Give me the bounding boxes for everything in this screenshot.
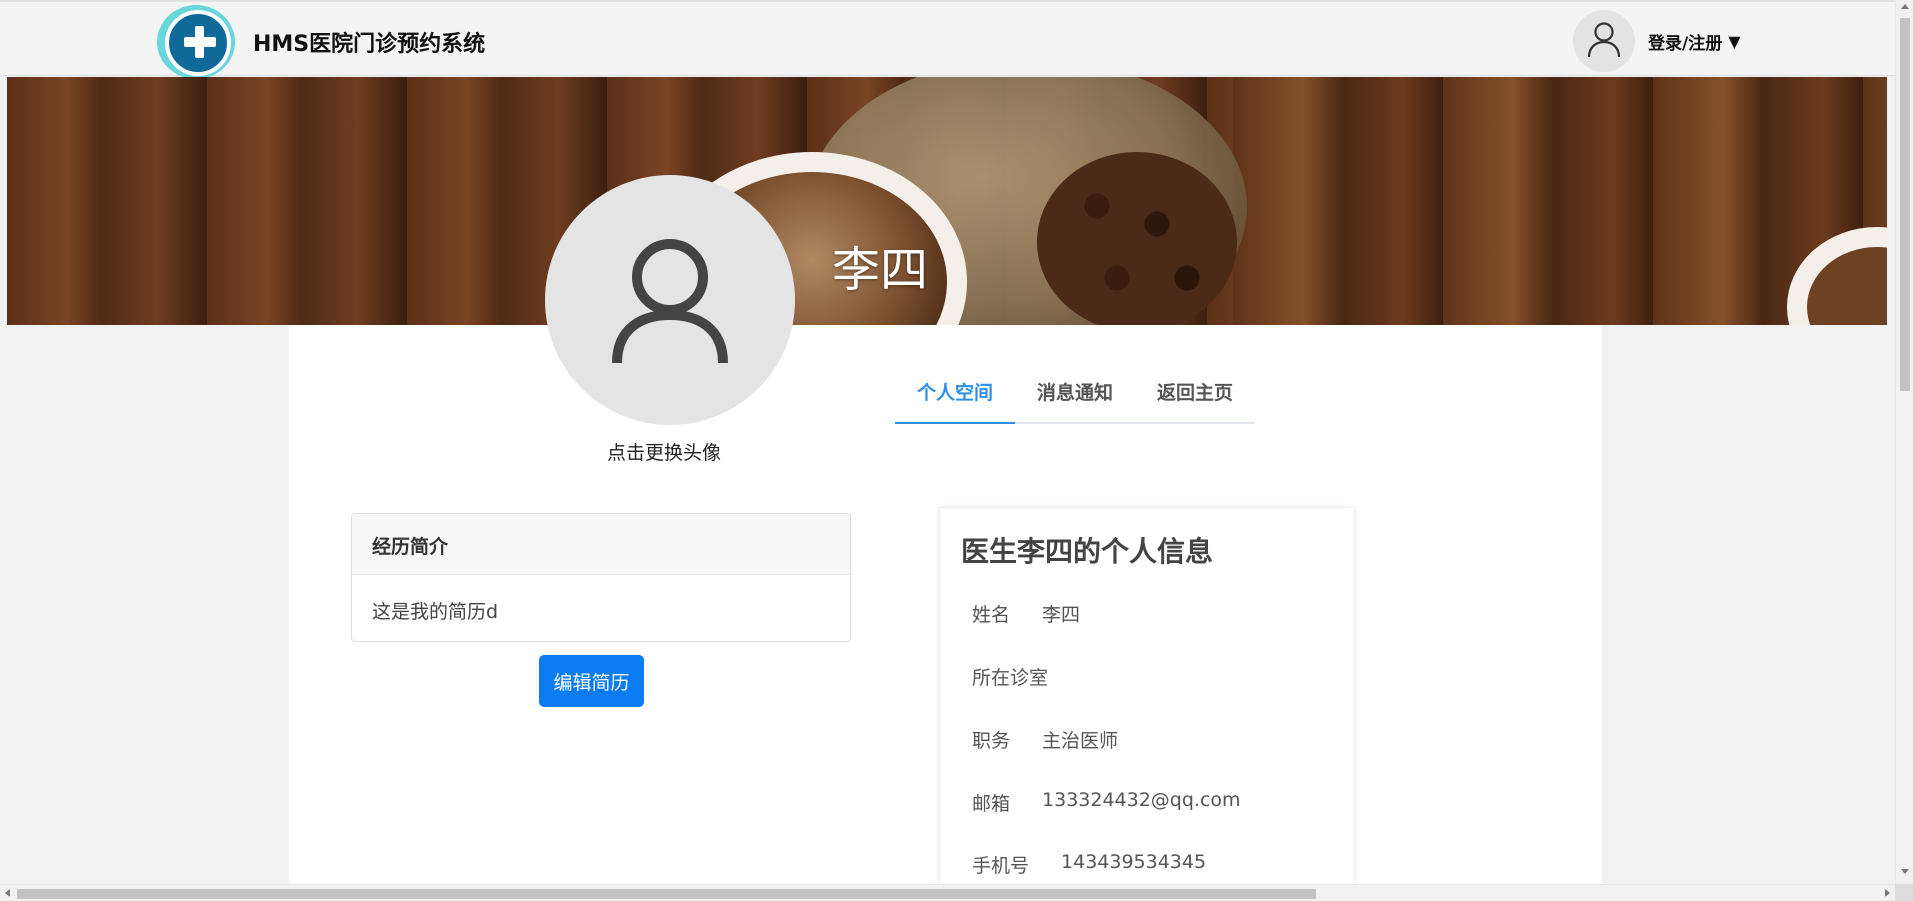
change-avatar-link[interactable]: 点击更换头像: [607, 438, 721, 465]
info-label: 手机号: [972, 855, 1030, 877]
horizontal-scrollbar[interactable]: [0, 884, 1895, 901]
info-value: 李四: [1042, 604, 1081, 626]
info-value: 133324432@qq.com: [1042, 789, 1241, 811]
app-title[interactable]: HMS医院门诊预约系统: [253, 26, 485, 58]
resume-card-header: 经历简介: [352, 514, 850, 575]
medical-cross-icon[interactable]: [157, 5, 235, 79]
scroll-right-arrow-icon[interactable]: [1885, 889, 1890, 897]
info-label: 姓名: [972, 604, 1011, 626]
login-register-dropdown[interactable]: 登录/注册 ▼: [1648, 29, 1741, 54]
info-row-position: 职务 主治医师: [972, 726, 1118, 753]
info-label: 所在诊室: [972, 667, 1049, 689]
logo-circle: [165, 10, 231, 76]
scrollbar-corner: [1895, 884, 1913, 901]
tab-notifications[interactable]: 消息通知: [1015, 372, 1135, 422]
top-navbar: HMS医院门诊预约系统 登录/注册 ▼: [0, 0, 1895, 79]
caret-down-icon: ▼: [1728, 32, 1741, 51]
resume-card-body: 这是我的简历d: [372, 601, 499, 623]
user-icon: [612, 239, 728, 364]
scroll-up-arrow-icon[interactable]: [1901, 4, 1909, 9]
info-row-name: 姓名 李四: [972, 600, 1080, 627]
scroll-down-arrow-icon[interactable]: [1901, 869, 1909, 874]
doctor-name-heading: 李四: [832, 242, 929, 298]
user-icon[interactable]: [1573, 10, 1635, 72]
profile-avatar[interactable]: [545, 175, 795, 425]
info-row-clinic: 所在诊室: [972, 663, 1080, 690]
tab-back-home[interactable]: 返回主页: [1135, 372, 1255, 422]
info-value: 主治医师: [1042, 730, 1119, 752]
resume-card: 经历简介 这是我的简历d: [351, 513, 851, 642]
profile-banner: [7, 77, 1887, 325]
doctor-info-card: 医生李四的个人信息 姓名 李四 所在诊室 职务 主治医师 邮箱 13332443…: [939, 507, 1355, 901]
scroll-left-arrow-icon[interactable]: [5, 889, 10, 897]
info-label: 邮箱: [972, 793, 1011, 815]
vertical-scrollbar[interactable]: [1895, 0, 1913, 884]
profile-tabs: 个人空间 消息通知 返回主页: [895, 372, 1255, 424]
vertical-scroll-thumb[interactable]: [1900, 18, 1910, 391]
info-label: 职务: [972, 730, 1011, 752]
login-register-label: 登录/注册: [1648, 34, 1723, 54]
info-card-title: 医生李四的个人信息: [961, 535, 1214, 568]
edit-resume-button[interactable]: 编辑简历: [539, 655, 644, 707]
info-row-email: 邮箱 133324432@qq.com: [972, 789, 1241, 816]
info-value: 143439534345: [1061, 851, 1207, 873]
banner-coffee-beans: [1037, 152, 1237, 325]
info-row-phone: 手机号 143439534345: [972, 851, 1206, 878]
horizontal-scroll-thumb[interactable]: [17, 889, 1316, 899]
tab-personal-space[interactable]: 个人空间: [895, 372, 1015, 424]
user-silhouette-icon: [1587, 22, 1621, 58]
logo-plus-horizontal: [184, 37, 216, 47]
